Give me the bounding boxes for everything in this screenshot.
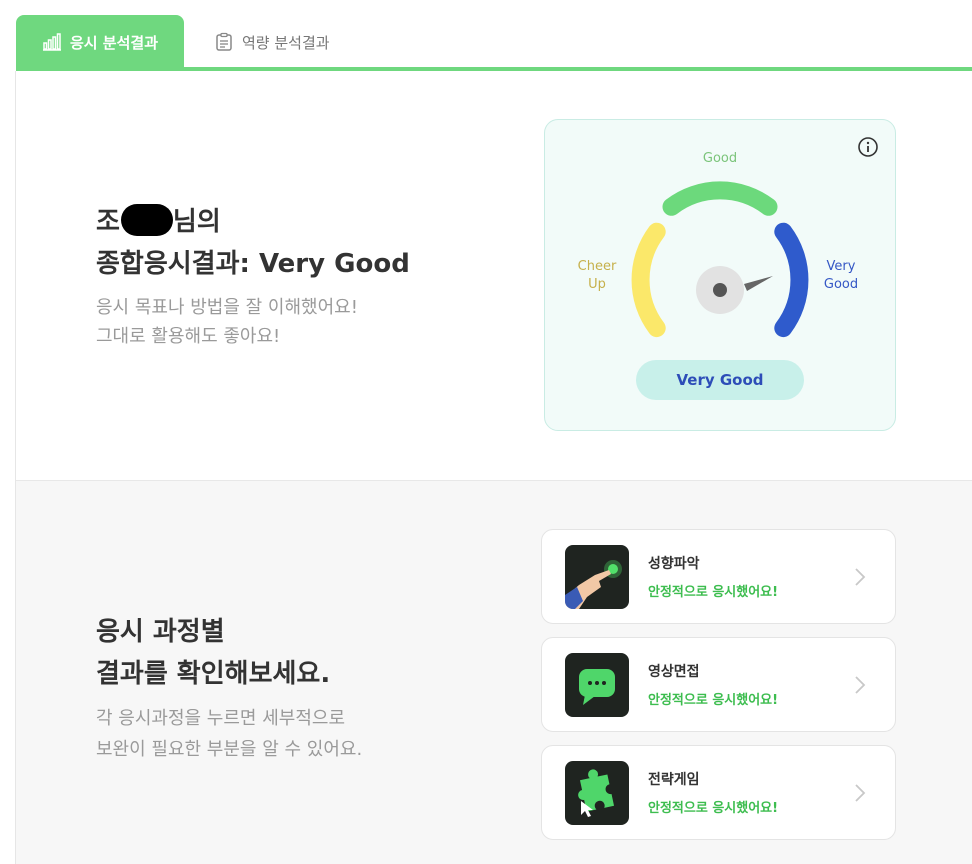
name-prefix: 조 <box>96 207 120 237</box>
process-card-title: 전략게임 <box>648 772 700 788</box>
gauge-label-line: Cheer <box>577 259 617 274</box>
puzzle-icon <box>565 760 629 825</box>
chat-bubble-icon <box>565 652 629 717</box>
process-card-status: 안정적으로 응시했어요! <box>648 801 779 816</box>
description-line: 응시 목표나 방법을 잘 이해했어요! <box>96 297 358 318</box>
bar-chart-icon <box>42 33 61 51</box>
process-card-video-interview[interactable]: 영상면접 안정적으로 응시했어요! <box>541 637 896 732</box>
gauge-hub-dot <box>713 283 727 297</box>
gauge-segment-good <box>662 181 778 216</box>
chevron-right-icon <box>855 783 866 802</box>
result-badge: Very Good <box>636 360 804 400</box>
chevron-right-icon <box>855 567 866 586</box>
description-line: 보완이 필요한 부분을 알 수 있어요. <box>96 739 363 760</box>
overall-result-title: 종합응시결과: Very Good <box>96 249 410 279</box>
gauge-segment-very-good <box>774 222 809 338</box>
tab-competency-analysis-label: 역량 분석결과 <box>242 33 330 52</box>
gauge-label-good: Good <box>702 151 738 166</box>
hand-pointing-icon <box>565 544 629 609</box>
name-suffix: 님의 <box>172 207 221 237</box>
tab-bar: 응시 분석결과 역량 분석결과 <box>0 0 972 72</box>
process-title: 응시 과정별 <box>96 617 225 647</box>
process-results-section: 응시 과정별 결과를 확인해보세요. 각 응시과정을 누르면 세부적으로 보완이… <box>16 480 972 864</box>
overall-result-description: 응시 목표나 방법을 잘 이해했어요! 그대로 활용해도 좋아요! <box>96 293 358 351</box>
tab-exam-analysis-label: 응시 분석결과 <box>69 33 159 52</box>
description-line: 각 응시과정을 누르면 세부적으로 <box>96 708 346 729</box>
tab-competency-analysis[interactable]: 역량 분석결과 <box>214 15 330 69</box>
description-line: 그대로 활용해도 좋아요! <box>96 326 281 347</box>
process-card-title: 성향파악 <box>648 556 700 572</box>
overall-result-section: 조 님의 종합응시결과: Very Good 응시 목표나 방법을 잘 이해했어… <box>16 71 972 480</box>
gauge-label-line: Very <box>826 259 856 274</box>
info-icon[interactable] <box>857 136 879 158</box>
gauge-label-very-good: Very Good <box>815 258 867 294</box>
process-subtitle: 결과를 확인해보세요. <box>96 659 331 689</box>
process-card-personality[interactable]: 성향파악 안정적으로 응시했어요! <box>541 529 896 624</box>
gauge-label-cheer-up: Cheer Up <box>571 258 623 294</box>
user-greeting: 조 님의 <box>96 201 221 238</box>
chevron-right-icon <box>855 675 866 694</box>
process-card-status: 안정적으로 응시했어요! <box>648 585 779 600</box>
tab-exam-analysis[interactable]: 응시 분석결과 <box>16 15 184 69</box>
process-description: 각 응시과정을 누르면 세부적으로 보완이 필요한 부분을 알 수 있어요. <box>96 703 362 765</box>
gauge-needle <box>744 276 773 291</box>
process-card-title: 영상면접 <box>648 664 700 680</box>
gauge-label-line: Good <box>823 277 859 292</box>
process-card-strategy-game[interactable]: 전략게임 안정적으로 응시했어요! <box>541 745 896 840</box>
result-gauge-card: Good Cheer Up Very Good Very Good <box>544 119 896 431</box>
clipboard-icon <box>216 32 232 51</box>
redacted-name <box>120 203 173 236</box>
process-card-status: 안정적으로 응시했어요! <box>648 693 779 708</box>
gauge-segment-cheer-up <box>631 222 666 338</box>
gauge-label-line: Up <box>588 277 606 292</box>
